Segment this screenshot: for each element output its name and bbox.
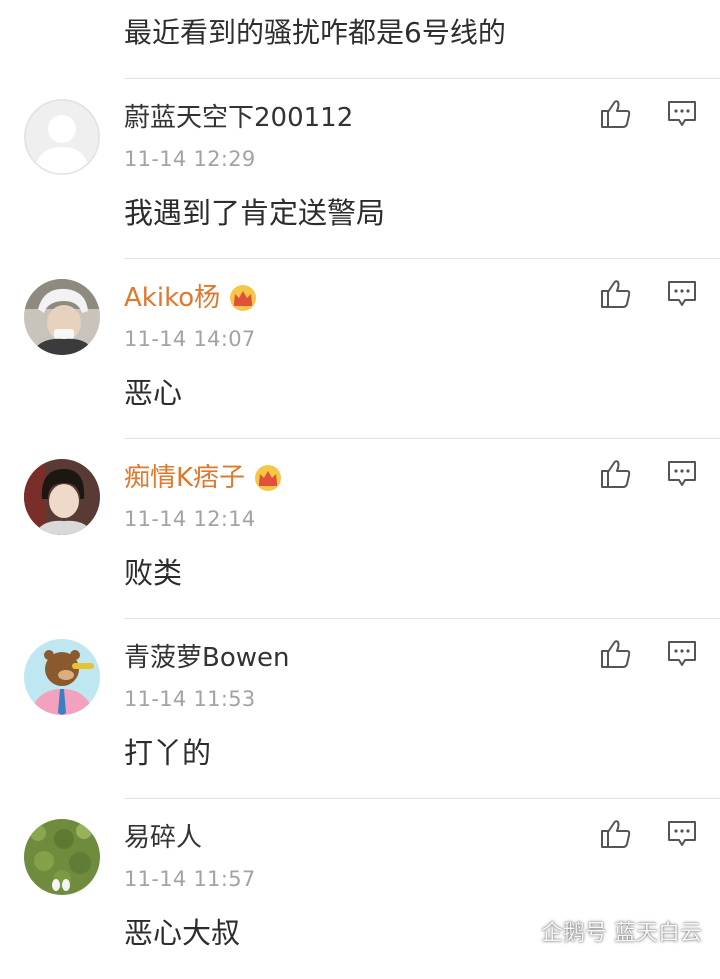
avatar[interactable]: [24, 279, 100, 355]
comment-page: 最近看到的骚扰咋都是6号线的 蔚蓝天空下200112 11-14 12:29 我…: [0, 0, 720, 957]
username[interactable]: Akiko杨: [124, 279, 220, 317]
comment-item: 易碎人 11-14 11:57 恶心大叔: [0, 799, 720, 979]
watermark: 企鹅号 蓝天白云: [507, 915, 702, 947]
previous-comment-text: 最近看到的骚扰咋都是6号线的: [124, 16, 506, 49]
comment-item: 蔚蓝天空下200112 11-14 12:29 我遇到了肯定送警局: [0, 79, 720, 259]
comment-time: 11-14 12:14: [124, 507, 256, 531]
thumbs-up-icon[interactable]: [599, 97, 633, 131]
crown-icon: [228, 284, 258, 312]
avatar[interactable]: [24, 459, 100, 535]
thumbs-up-icon[interactable]: [599, 277, 633, 311]
thumbs-up-icon[interactable]: [599, 637, 633, 671]
username[interactable]: 蔚蓝天空下200112: [124, 99, 353, 137]
username-row: 蔚蓝天空下200112: [124, 99, 353, 137]
comment-item: Akiko杨 11-14 14:07 恶心: [0, 259, 720, 439]
comment-time: 11-14 12:29: [124, 147, 256, 171]
comment-item: 青菠萝Bowen 11-14 11:53 打丫的: [0, 619, 720, 799]
comment-text: 恶心: [124, 376, 183, 410]
avatar[interactable]: [24, 639, 100, 715]
username[interactable]: 青菠萝Bowen: [124, 639, 289, 677]
comment-text: 打丫的: [124, 736, 212, 770]
comment-time: 11-14 11:53: [124, 687, 256, 711]
comment-bubble-icon[interactable]: [666, 279, 698, 309]
username[interactable]: 痴情K痞子: [124, 459, 245, 497]
thumbs-up-icon[interactable]: [599, 457, 633, 491]
username-row: 痴情K痞子: [124, 459, 283, 497]
comment-text: 我遇到了肯定送警局: [124, 196, 386, 230]
comment-time: 11-14 14:07: [124, 327, 256, 351]
comment-bubble-icon[interactable]: [666, 819, 698, 849]
username-row: 易碎人: [124, 819, 202, 857]
thumbs-up-icon[interactable]: [599, 817, 633, 851]
comment-bubble-icon[interactable]: [666, 459, 698, 489]
username-row: 青菠萝Bowen: [124, 639, 289, 677]
crown-icon: [253, 464, 283, 492]
comment-bubble-icon[interactable]: [666, 639, 698, 669]
avatar[interactable]: [24, 819, 100, 895]
comment-text: 败类: [124, 556, 183, 590]
avatar[interactable]: [24, 99, 100, 175]
comment-item: 痴情K痞子 11-14 12:14 败类: [0, 439, 720, 619]
penguin-logo-icon: [507, 917, 535, 945]
comment-time: 11-14 11:57: [124, 867, 256, 891]
watermark-text: 企鹅号 蓝天白云: [541, 921, 702, 946]
username-row: Akiko杨: [124, 279, 258, 317]
comment-bubble-icon[interactable]: [666, 99, 698, 129]
comment-text: 恶心大叔: [124, 916, 241, 950]
username[interactable]: 易碎人: [124, 819, 202, 857]
